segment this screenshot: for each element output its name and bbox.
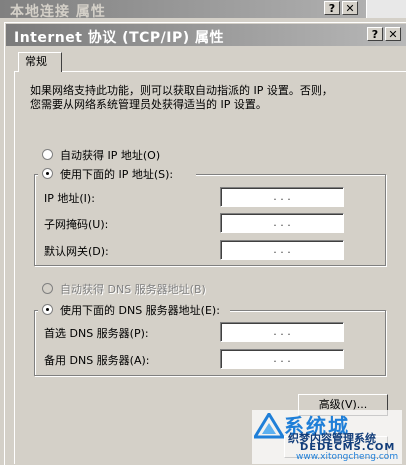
outer-help-button[interactable]: ? (324, 1, 340, 15)
alternate-dns-input[interactable]: . . . (220, 349, 344, 369)
outer-window-edge (366, 0, 406, 18)
preferred-dns-label: 首选 DNS 服务器(P): (44, 327, 149, 340)
alternate-dns-label: 备用 DNS 服务器(A): (44, 354, 150, 367)
subnet-mask-input[interactable]: . . . (220, 213, 344, 233)
watermark-url: www.xitongcheng.com (296, 452, 399, 462)
ip-address-label: IP 地址(I): (44, 192, 95, 205)
subnet-mask-label: 子网掩码(U): (44, 218, 109, 231)
radio-auto-ip-label[interactable]: 自动获得 IP 地址(O) (60, 147, 160, 163)
description-line-1: 如果网络支持此功能，则可以获取自动指派的 IP 设置。否则， (30, 84, 333, 97)
radio-auto-ip[interactable] (42, 149, 53, 160)
radio-auto-dns[interactable] (42, 283, 53, 294)
default-gateway-label: 默认网关(D): (44, 245, 109, 258)
radio-manual-dns[interactable] (42, 304, 53, 315)
dialog-title: Internet 协议 (TCP/IP) 属性 (14, 30, 225, 46)
radio-manual-dns-label[interactable]: 使用下面的 DNS 服务器地址(E): (60, 302, 220, 318)
radio-auto-dns-label[interactable]: 自动获得 DNS 服务器地址(B) (60, 281, 206, 297)
dialog-help-button[interactable]: ? (367, 27, 383, 41)
dialog-close-button[interactable]: ✕ (385, 27, 401, 41)
outer-window-title: 本地连接 属性 (10, 4, 106, 20)
description-text: 如果网络支持此功能，则可以获取自动指派的 IP 设置。否则， 您需要从网络系统管… (30, 84, 390, 112)
description-line-2: 您需要从网络系统管理员处获得适当的 IP 设置。 (30, 98, 267, 111)
outer-close-button[interactable]: ✕ (342, 1, 358, 15)
preferred-dns-input[interactable]: . . . (220, 322, 344, 342)
default-gateway-input[interactable]: . . . (220, 240, 344, 260)
watermark-logo-icon (254, 413, 284, 439)
radio-manual-ip-label[interactable]: 使用下面的 IP 地址(S): (60, 166, 173, 182)
ip-address-input[interactable]: . . . (220, 187, 344, 207)
radio-manual-ip[interactable] (42, 168, 53, 179)
tab-general[interactable]: 常规 (18, 52, 62, 72)
